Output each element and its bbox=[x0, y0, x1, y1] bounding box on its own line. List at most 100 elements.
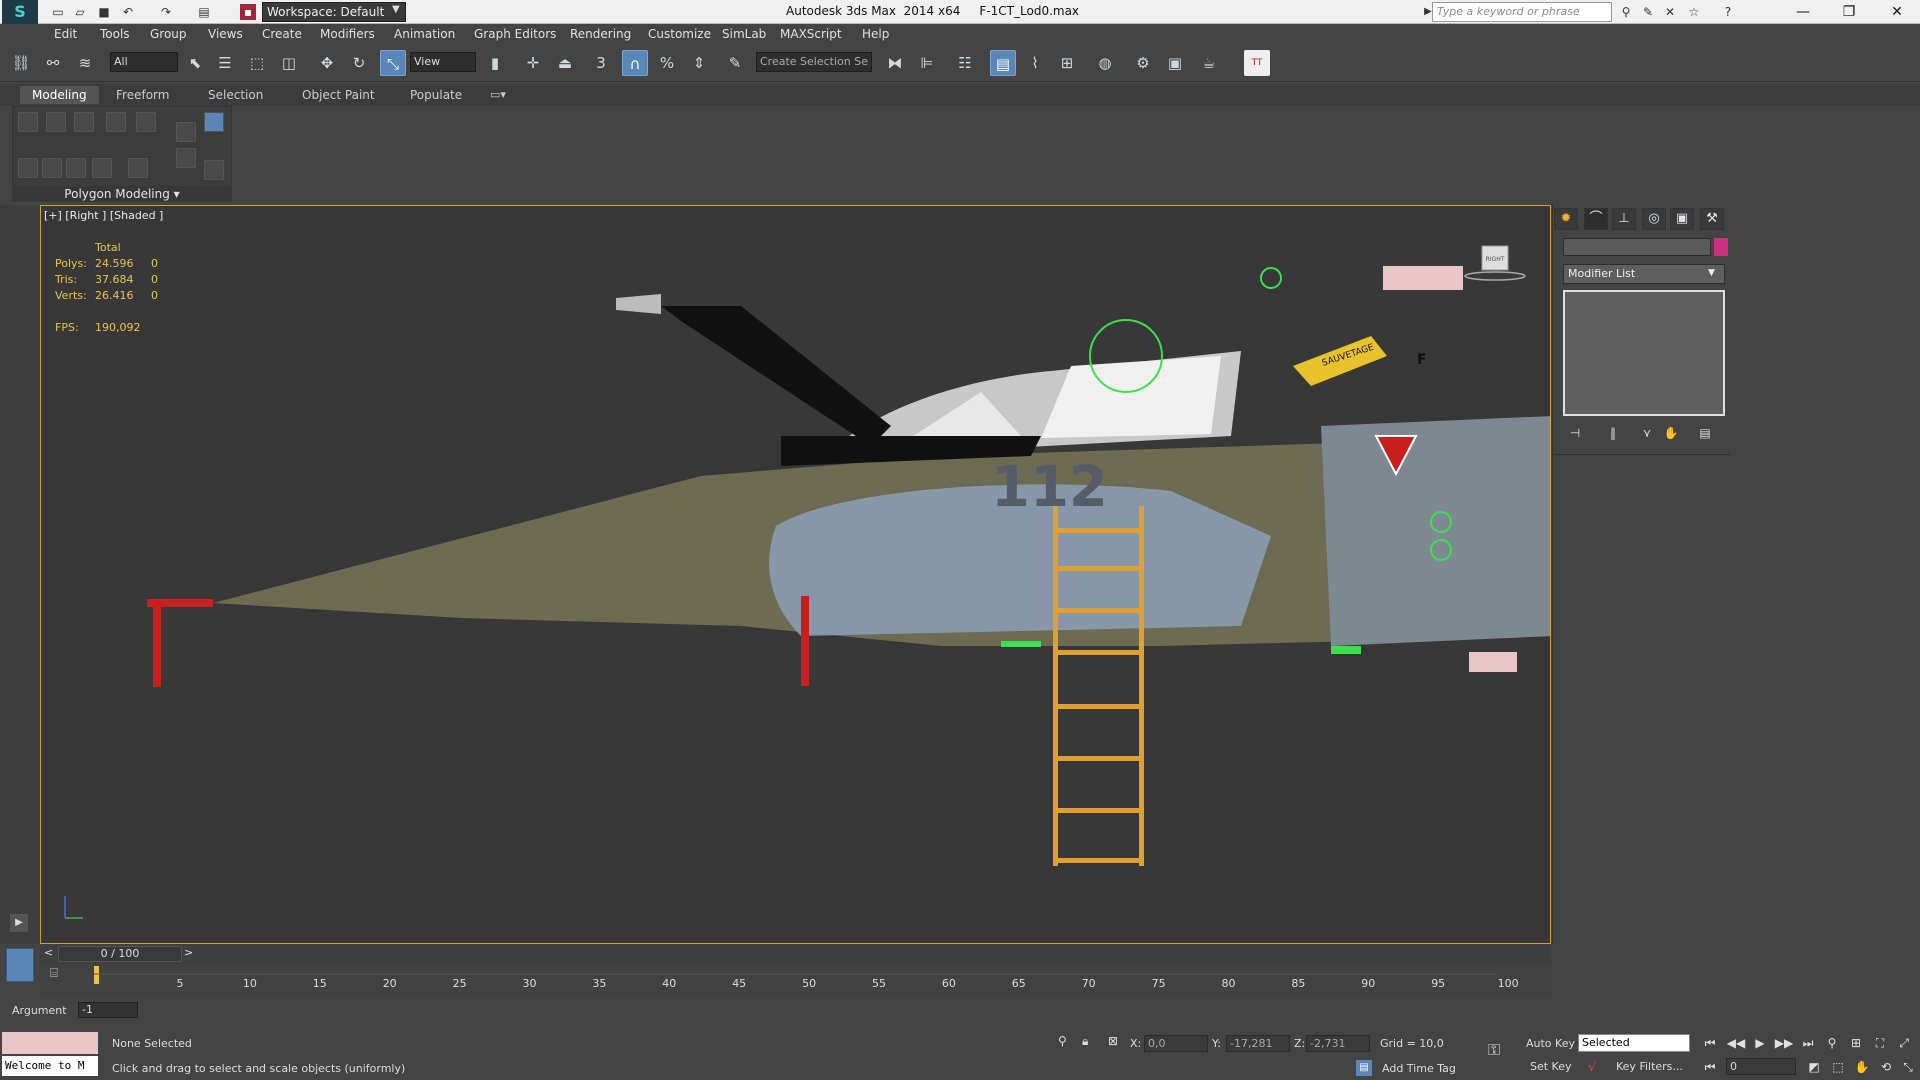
binoculars-icon[interactable]: ⚲ bbox=[1618, 4, 1634, 20]
ribbon-options-icon[interactable]: ▭▾ bbox=[490, 88, 506, 101]
reference-coordinate-dropdown[interactable]: View bbox=[410, 52, 476, 72]
rectangle-selection-icon[interactable]: ⬚ bbox=[244, 50, 270, 76]
subscription-icon[interactable]: ✎ bbox=[1640, 4, 1656, 20]
schematic-view-icon[interactable]: ⊞ bbox=[1054, 50, 1080, 76]
preserve-uvs-icon[interactable] bbox=[66, 158, 86, 178]
selection-filter-dropdown[interactable]: All bbox=[110, 52, 178, 72]
next-frame-icon[interactable]: ▶▶ bbox=[1774, 1034, 1794, 1052]
configure-modifier-sets-icon[interactable]: ▤ bbox=[1694, 424, 1716, 442]
isolate-selection-icon[interactable]: ⚲ bbox=[1058, 1034, 1067, 1048]
select-object-icon[interactable]: ⬉ bbox=[182, 50, 208, 76]
show-end-result-icon[interactable]: ‖ bbox=[1602, 424, 1624, 442]
menu-tools[interactable]: Tools bbox=[100, 27, 130, 41]
maxscript-listener-output[interactable] bbox=[2, 1032, 98, 1054]
edit-named-selection-icon[interactable]: ✎ bbox=[722, 50, 748, 76]
menu-help[interactable]: Help bbox=[862, 27, 889, 41]
tab-populate[interactable]: Populate bbox=[398, 86, 474, 104]
chevron-down-icon[interactable]: ▼ bbox=[1708, 268, 1715, 278]
mirror-icon[interactable]: ⧓ bbox=[882, 50, 908, 76]
goto-end-icon[interactable]: ⏭ bbox=[1798, 1034, 1818, 1052]
current-frame-field[interactable]: 0 bbox=[1726, 1058, 1796, 1075]
open-file-icon[interactable]: ▱ bbox=[72, 4, 88, 20]
element-icon[interactable] bbox=[136, 112, 156, 132]
menu-rendering[interactable]: Rendering bbox=[570, 27, 631, 41]
spinner-snap-icon[interactable]: ⇕ bbox=[686, 50, 712, 76]
time-slider[interactable] bbox=[40, 944, 1551, 964]
maximize-button[interactable]: ❐ bbox=[1826, 0, 1872, 24]
track-bar-filter-icon[interactable]: ⌸ bbox=[50, 966, 58, 981]
utilities-icon[interactable]: ⚒ bbox=[1700, 208, 1724, 230]
pivot-center-icon[interactable]: ▮ bbox=[482, 50, 508, 76]
repeat-last-icon[interactable] bbox=[92, 158, 112, 178]
menu-create[interactable]: Create bbox=[262, 27, 302, 41]
key-selection-dropdown[interactable]: Selected bbox=[1578, 1034, 1690, 1052]
modify-icon[interactable]: ⌒ bbox=[1584, 208, 1608, 230]
view-cube-face[interactable]: RIGHT bbox=[1486, 256, 1505, 263]
material-editor-icon[interactable]: ◍ bbox=[1092, 50, 1118, 76]
next-modifier-icon[interactable] bbox=[42, 158, 62, 178]
tab-freeform[interactable]: Freeform bbox=[104, 86, 181, 104]
keyboard-shortcut-toggle-icon[interactable]: ⏏ bbox=[552, 50, 578, 76]
bind-space-warp-icon[interactable]: ≋ bbox=[72, 50, 98, 76]
modifier-list-dropdown[interactable]: Modifier List bbox=[1563, 264, 1725, 284]
viewport-layout-play-icon[interactable]: ▶ bbox=[10, 914, 28, 932]
modifier-stack[interactable] bbox=[1563, 290, 1725, 416]
save-icon[interactable]: ■ bbox=[96, 4, 112, 20]
create-icon[interactable]: ✹ bbox=[1554, 208, 1578, 230]
pivot-align-icon[interactable] bbox=[204, 160, 224, 180]
set-key-button[interactable]: Set Key bbox=[1530, 1060, 1572, 1073]
display-icon[interactable]: ▣ bbox=[1670, 208, 1694, 230]
undo-icon[interactable]: ↶ bbox=[120, 4, 136, 20]
render-setup-icon[interactable]: ⚙ bbox=[1130, 50, 1156, 76]
view-cube[interactable]: RIGHT bbox=[1460, 244, 1530, 284]
menu-graph-editors[interactable]: Graph Editors bbox=[474, 27, 556, 41]
pan-icon[interactable]: ✋ bbox=[1852, 1058, 1872, 1076]
tab-object-paint[interactable]: Object Paint bbox=[290, 86, 387, 104]
menu-animation[interactable]: Animation bbox=[394, 27, 455, 41]
argument-field[interactable]: -1 bbox=[78, 1002, 138, 1018]
auto-key-button[interactable]: Auto Key bbox=[1526, 1037, 1575, 1050]
time-tag-icon[interactable]: ▤ bbox=[1356, 1060, 1372, 1076]
object-name-field[interactable] bbox=[1563, 238, 1711, 256]
orbit-icon[interactable]: ⟲ bbox=[1876, 1058, 1896, 1076]
add-time-tag-button[interactable]: Add Time Tag bbox=[1382, 1062, 1456, 1075]
field-of-view-icon[interactable]: ◩ bbox=[1804, 1058, 1824, 1076]
maxscript-listener-input[interactable]: Welcome to M bbox=[2, 1056, 98, 1076]
maximize-viewport-icon[interactable]: ⤡ bbox=[1898, 1058, 1918, 1076]
mini-curve-editor-icon[interactable] bbox=[6, 948, 34, 982]
new-file-icon[interactable]: ▭ bbox=[50, 4, 66, 20]
layer-manager-icon[interactable]: ☷ bbox=[952, 50, 978, 76]
previous-modifier-icon[interactable] bbox=[18, 158, 38, 178]
menu-customize[interactable]: Customize bbox=[648, 27, 711, 41]
menu-group[interactable]: Group bbox=[150, 27, 187, 41]
menu-views[interactable]: Views bbox=[208, 27, 243, 41]
modify-mode-icon[interactable] bbox=[176, 122, 196, 142]
tab-selection[interactable]: Selection bbox=[196, 86, 275, 104]
app-logo-icon[interactable]: S bbox=[2, 0, 38, 24]
percent-snap-icon[interactable]: % bbox=[654, 50, 680, 76]
select-manipulate-icon[interactable]: ✛ bbox=[520, 50, 546, 76]
polygon-icon[interactable] bbox=[106, 112, 126, 132]
hierarchy-icon[interactable]: ⊥ bbox=[1612, 208, 1636, 230]
stack-level-icon[interactable] bbox=[204, 112, 224, 132]
redo-icon[interactable]: ↷ bbox=[158, 4, 174, 20]
quickslice-icon[interactable] bbox=[128, 158, 148, 178]
key-mode-toggle-icon[interactable]: ⏮ bbox=[1700, 1058, 1720, 1076]
polygon-modeling-dropdown[interactable]: Polygon Modeling ▾ bbox=[12, 186, 232, 202]
menu-maxscript[interactable]: MAXScript bbox=[780, 27, 842, 41]
link-icon[interactable]: ⛓ bbox=[8, 50, 34, 76]
zoom-extents-all-icon[interactable]: ⤢ bbox=[1894, 1034, 1914, 1052]
scene-explorer-icon[interactable]: ▤ bbox=[990, 50, 1016, 76]
snaps-toggle-icon[interactable]: 3 bbox=[588, 50, 614, 76]
curve-editor-icon[interactable]: ⌇ bbox=[1022, 50, 1048, 76]
render-production-icon[interactable]: ☕ bbox=[1196, 50, 1222, 76]
time-prev-arrow-icon[interactable]: < bbox=[44, 946, 53, 959]
make-unique-icon[interactable]: ⋎ bbox=[1636, 424, 1658, 442]
zoom-extents-icon[interactable]: ⛶ bbox=[1870, 1034, 1890, 1052]
align-icon[interactable]: ⊫ bbox=[914, 50, 940, 76]
search-input[interactable]: Type a keyword or phrase bbox=[1432, 2, 1612, 22]
pin-stack-icon[interactable]: ⊣ bbox=[1564, 424, 1586, 442]
key-filters-button[interactable]: Key Filters... bbox=[1616, 1060, 1683, 1073]
unlink-icon[interactable]: ⚯ bbox=[40, 50, 66, 76]
select-by-name-icon[interactable]: ☰ bbox=[212, 50, 238, 76]
